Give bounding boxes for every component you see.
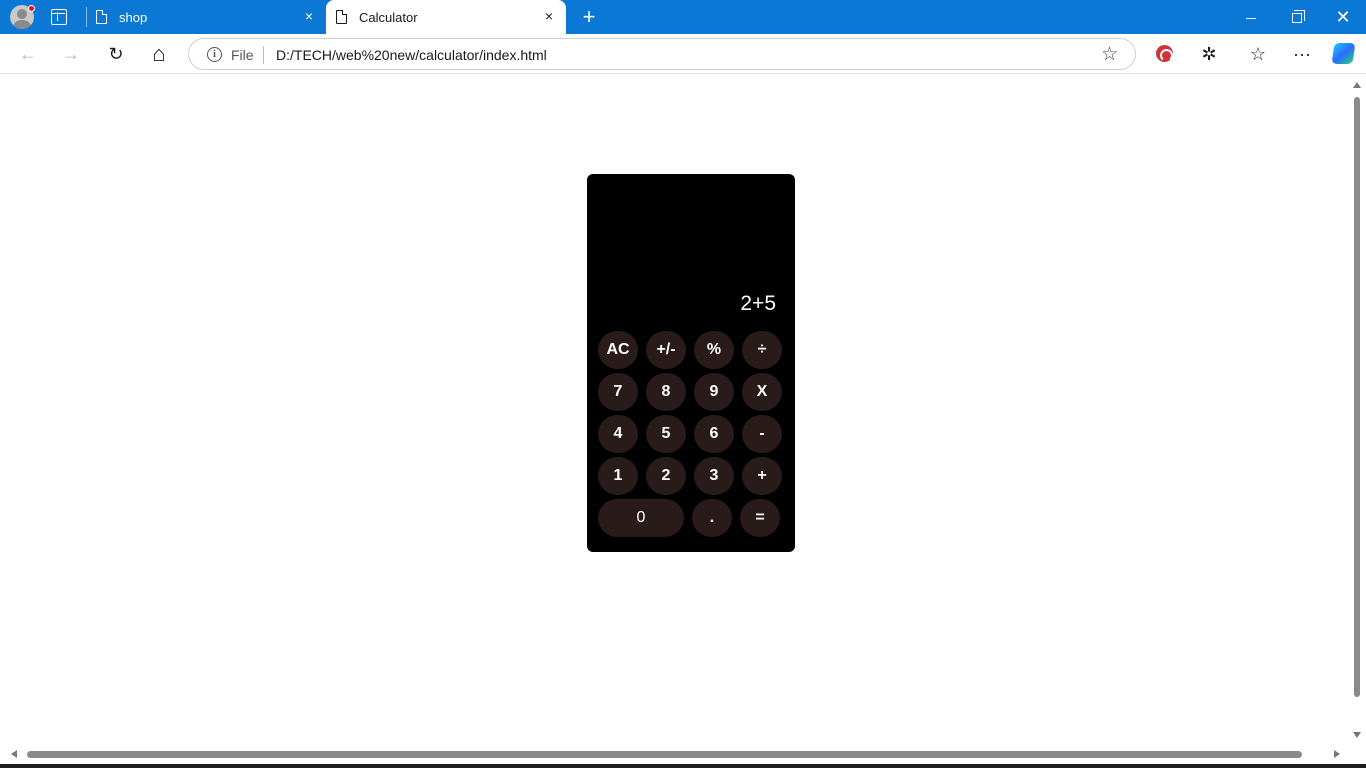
restore-button[interactable] (1274, 0, 1320, 34)
key-negate[interactable]: +/- (646, 331, 686, 369)
key-6[interactable]: 6 (694, 415, 734, 453)
extensions-icon[interactable]: ✲ (1195, 40, 1223, 68)
extension-icon[interactable] (1156, 45, 1173, 62)
key-divide[interactable]: ÷ (742, 331, 782, 369)
scroll-thumb[interactable] (27, 751, 1302, 758)
home-icon[interactable]: ⌂ (145, 40, 173, 68)
forward-icon[interactable]: → (57, 40, 85, 68)
key-subtract[interactable]: - (742, 415, 782, 453)
key-equals[interactable]: = (740, 499, 780, 537)
window-edge (0, 764, 1366, 768)
tab-actions-icon[interactable] (51, 9, 67, 25)
info-icon[interactable]: i (207, 47, 222, 62)
new-tab-icon[interactable]: + (578, 4, 600, 30)
vertical-scrollbar[interactable] (1349, 75, 1366, 747)
notification-dot (28, 5, 35, 12)
key-1[interactable]: 1 (598, 457, 638, 495)
tab-title: shop (119, 10, 148, 25)
scroll-right-icon[interactable] (1334, 750, 1340, 758)
tab-calculator[interactable]: Calculator × (326, 0, 566, 34)
refresh-icon[interactable]: ↻ (102, 40, 130, 68)
tab-shop[interactable]: shop × (86, 0, 326, 34)
scroll-left-icon[interactable] (11, 750, 17, 758)
key-0[interactable]: 0 (598, 499, 684, 537)
minimize-icon (1246, 17, 1256, 19)
calculator-display: 2+5 (740, 292, 776, 315)
favorites-icon[interactable]: ☆ (1244, 40, 1272, 68)
horizontal-scrollbar[interactable] (4, 747, 1349, 762)
address-bar[interactable]: i File D:/TECH/web%20new/calculator/inde… (188, 38, 1136, 70)
window-close-button[interactable]: ✕ (1320, 0, 1366, 34)
more-menu-icon[interactable]: ··· (1288, 40, 1316, 68)
scroll-thumb[interactable] (1354, 97, 1360, 697)
scheme-label: File (231, 47, 254, 63)
url-text[interactable]: D:/TECH/web%20new/calculator/index.html (276, 47, 547, 63)
back-icon[interactable]: ← (14, 40, 42, 68)
calculator: 2+5 AC +/- % ÷ 7 8 9 X 4 5 6 - 1 2 3 + 0… (587, 174, 795, 552)
key-add[interactable]: + (742, 457, 782, 495)
favorite-star-icon[interactable]: ☆ (1101, 43, 1118, 66)
key-9[interactable]: 9 (694, 373, 734, 411)
key-5[interactable]: 5 (646, 415, 686, 453)
page-icon (96, 9, 108, 24)
key-8[interactable]: 8 (646, 373, 686, 411)
minimize-button[interactable] (1228, 0, 1274, 34)
copilot-icon[interactable] (1331, 43, 1356, 64)
close-tab-icon[interactable]: × (542, 9, 556, 23)
close-tab-icon[interactable]: × (302, 9, 316, 23)
page-icon (336, 9, 348, 24)
restore-icon (1292, 10, 1305, 24)
key-4[interactable]: 4 (598, 415, 638, 453)
scroll-up-icon[interactable] (1353, 82, 1361, 88)
key-2[interactable]: 2 (646, 457, 686, 495)
key-decimal[interactable]: . (692, 499, 732, 537)
key-3[interactable]: 3 (694, 457, 734, 495)
title-bar: shop × Calculator × + ✕ (0, 0, 1366, 34)
key-7[interactable]: 7 (598, 373, 638, 411)
key-percent[interactable]: % (694, 331, 734, 369)
key-clear[interactable]: AC (598, 331, 638, 369)
address-divider (263, 46, 264, 64)
tab-title: Calculator (359, 10, 418, 25)
scroll-down-icon[interactable] (1353, 732, 1361, 738)
key-multiply[interactable]: X (742, 373, 782, 411)
